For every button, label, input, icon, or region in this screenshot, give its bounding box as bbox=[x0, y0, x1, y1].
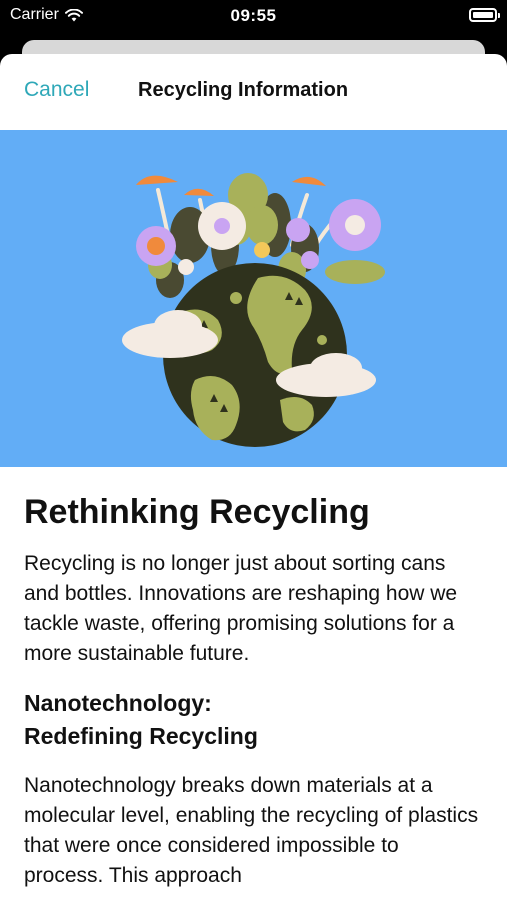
section-body: Nanotechnology breaks down materials at … bbox=[24, 774, 479, 887]
cancel-button[interactable]: Cancel bbox=[24, 78, 89, 102]
earth-with-plants-illustration bbox=[122, 173, 385, 447]
modal-sheet: Cancel Recycling Information Rethinking … bbox=[0, 54, 507, 900]
nav-title: Recycling Information bbox=[138, 79, 349, 101]
battery-icon bbox=[469, 8, 500, 22]
section-heading-line2: Redefining Recycling bbox=[24, 723, 258, 749]
article-content: Rethinking Recycling Recycling is no lon… bbox=[0, 467, 507, 891]
status-time: 09:55 bbox=[230, 6, 277, 25]
article-title: Rethinking Recycling bbox=[24, 493, 370, 531]
section-heading-line1: Nanotechnology: bbox=[24, 690, 212, 716]
hero-image bbox=[0, 130, 507, 467]
status-bar: Carrier 09:55 bbox=[0, 0, 507, 32]
article-intro: Recycling is no longer just about sortin… bbox=[24, 552, 458, 665]
navigation-bar: Cancel Recycling Information bbox=[0, 54, 507, 130]
section-heading: Nanotechnology: Redefining Recycling bbox=[24, 687, 483, 753]
